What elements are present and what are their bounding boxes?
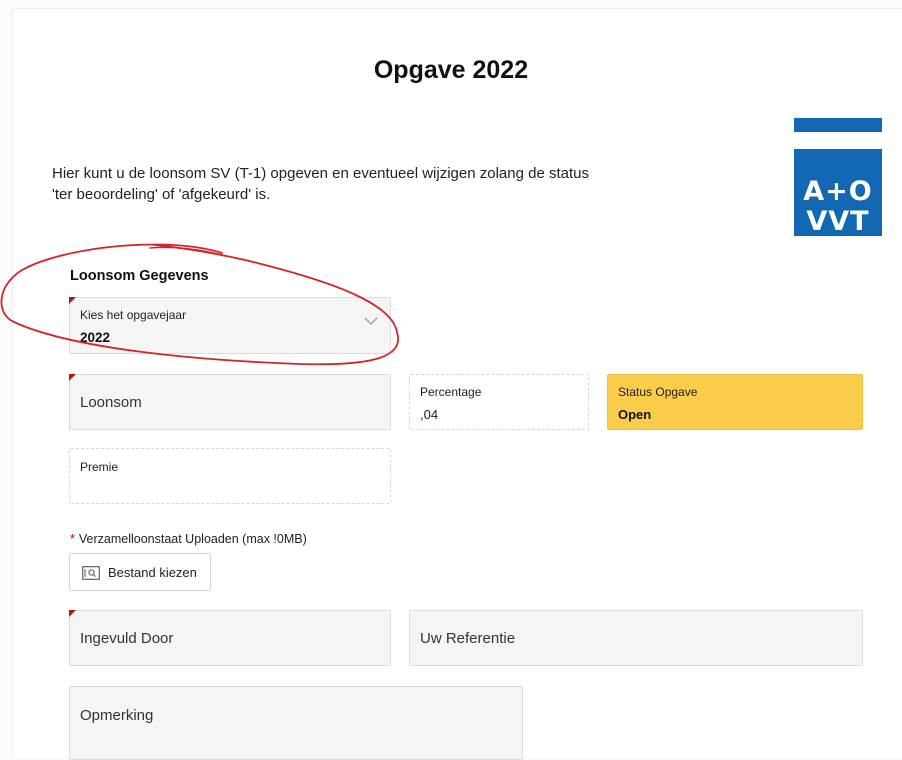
status-label: Status Opgave — [618, 385, 698, 399]
section-title: Loonsom Gegevens — [70, 268, 209, 284]
ao-vvt-logo: A+O VVT — [794, 118, 882, 236]
percentage-field: Percentage ,04 — [409, 374, 589, 430]
upload-label-text: Verzamelloonstaat Uploaden (max !0MB) — [78, 532, 307, 546]
year-select-value: 2022 — [80, 330, 111, 345]
choose-file-label: Bestand kiezen — [108, 565, 197, 580]
percentage-label: Percentage — [420, 385, 482, 399]
logo-bar — [794, 118, 882, 132]
uw-referentie-placeholder: Uw Referentie — [420, 630, 516, 647]
required-marker — [69, 297, 76, 304]
ingevuld-door-input[interactable]: Ingevuld Door — [69, 610, 391, 666]
year-select-label: Kies het opgavejaar — [80, 308, 187, 322]
intro-line-1: Hier kunt u de loonsom SV (T-1) opgeven … — [52, 165, 589, 182]
file-browse-icon — [82, 566, 100, 580]
logo-line-2: VVT — [806, 206, 870, 237]
opmerking-placeholder: Opmerking — [80, 707, 154, 724]
choose-file-button[interactable]: Bestand kiezen — [69, 553, 211, 591]
loonsom-input[interactable]: Loonsom — [69, 374, 391, 430]
opmerking-textarea[interactable]: Opmerking — [69, 686, 523, 760]
intro-text: Hier kunt u de loonsom SV (T-1) opgeven … — [52, 163, 672, 205]
page-title: Opgave 2022 — [373, 56, 529, 84]
status-opgave-field: Status Opgave Open — [607, 374, 863, 430]
logo-block: A+O VVT — [794, 149, 882, 236]
required-star: * — [70, 532, 75, 546]
required-marker — [69, 610, 76, 617]
premie-label: Premie — [80, 460, 119, 474]
upload-label: * Verzamelloonstaat Uploaden (max !0MB) — [70, 532, 307, 546]
logo-line-1: A+O — [803, 176, 873, 207]
percentage-value: ,04 — [420, 407, 439, 422]
loonsom-placeholder: Loonsom — [80, 394, 142, 411]
intro-line-2: 'ter beoordeling' of 'afgekeurd' is. — [52, 186, 271, 203]
chevron-down-icon — [364, 317, 378, 325]
required-marker — [69, 374, 76, 381]
premie-field: Premie — [69, 448, 391, 504]
year-select[interactable]: Kies het opgavejaar 2022 — [69, 297, 391, 354]
uw-referentie-input[interactable]: Uw Referentie — [409, 610, 863, 666]
status-value: Open — [618, 407, 652, 422]
ingevuld-door-placeholder: Ingevuld Door — [80, 630, 174, 647]
